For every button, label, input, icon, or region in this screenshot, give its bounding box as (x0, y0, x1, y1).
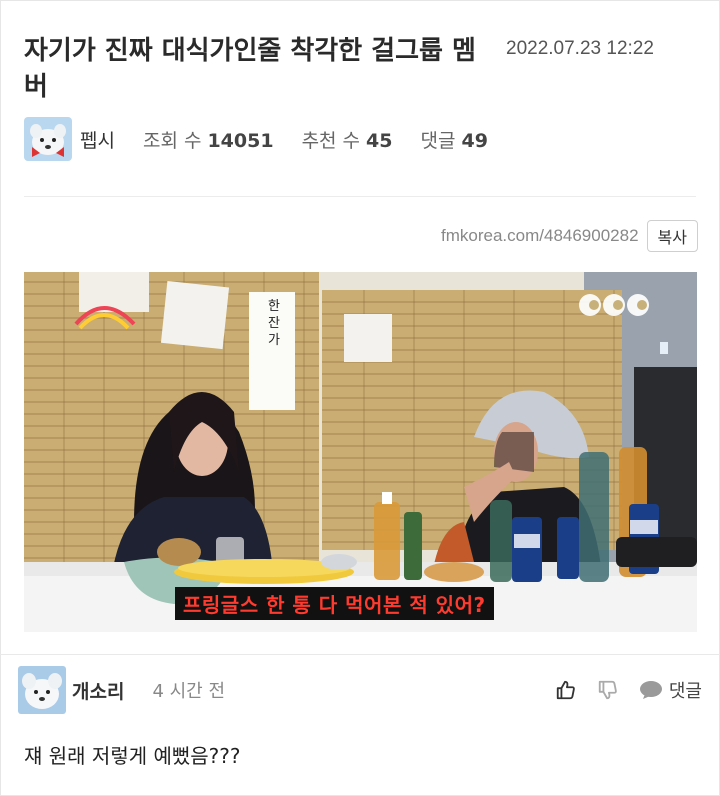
views-stat: 조회 수 14051 (143, 126, 274, 153)
post-title: 자기가 진짜 대식가인줄 착각한 걸그룹 멤버 (24, 36, 476, 102)
comment-header: 개소리 4 시간 전 댓글 (18, 666, 702, 714)
thumbs-up-icon[interactable] (555, 679, 577, 701)
post-meta: 펩시 조회 수 14051 추천 수 45 댓글 49 (24, 117, 516, 161)
views-count: 14051 (207, 129, 274, 152)
comments-stat: 댓글 49 (421, 126, 488, 153)
author-avatar[interactable] (24, 117, 72, 161)
post-author[interactable]: 펩시 (80, 126, 115, 153)
recommend-label: 추천 수 (301, 129, 361, 152)
url-row: fmkorea.com/4846900282 복사 (0, 218, 698, 254)
comment-text: 쟤 원래 저렇게 예뻤음??? (24, 744, 241, 768)
comment-actions: 댓글 (555, 677, 702, 703)
reply-label: 댓글 (668, 681, 702, 702)
speech-bubble-icon (639, 680, 663, 700)
video-still: 한 잔 가 (24, 272, 697, 632)
recommend-count: 45 (366, 129, 393, 152)
comment-divider (0, 654, 720, 655)
video-subtitle: 프링글스 한 통 다 먹어본 적 있어? (175, 587, 494, 620)
commenter-avatar[interactable] (18, 666, 66, 714)
thumbs-down-icon[interactable] (597, 679, 619, 701)
views-label: 조회 수 (142, 129, 202, 152)
post-url[interactable]: fmkorea.com/4846900282 (441, 226, 639, 246)
recommend-stat: 추천 수 45 (302, 126, 393, 153)
svg-text:한 잔 가: 한 잔 가 (265, 298, 280, 346)
comments-count: 49 (461, 129, 488, 152)
comment-author[interactable]: 개소리 (72, 677, 124, 704)
copy-button[interactable]: 복사 (646, 220, 698, 252)
comments-label: 댓글 (420, 129, 456, 152)
comment-time: 4 시간 전 (152, 681, 226, 702)
video-frame[interactable]: 한 잔 가 프링글스 한 통 다 먹어본 적 있어? (24, 272, 697, 632)
reply-button[interactable]: 댓글 (639, 677, 702, 703)
divider (24, 196, 696, 197)
post-date: 2022.07.23 12:22 (506, 38, 654, 59)
